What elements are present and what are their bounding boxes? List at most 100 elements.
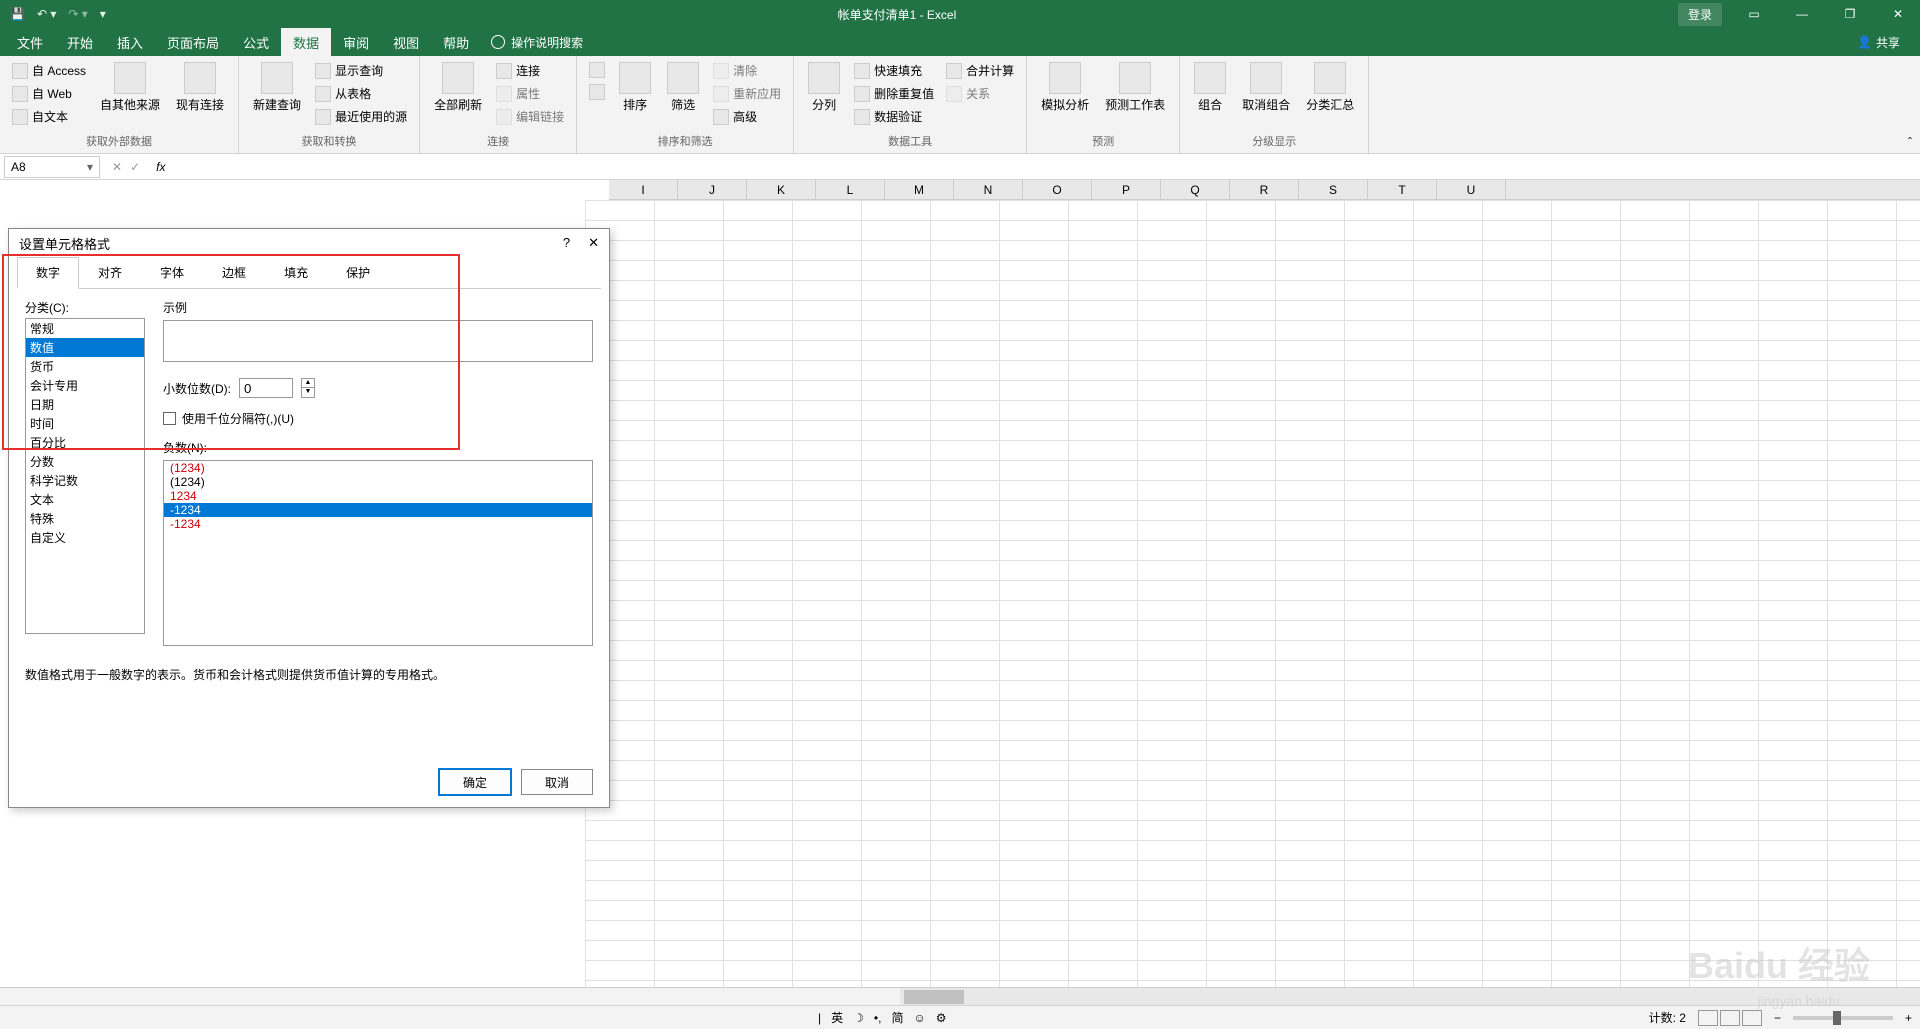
undo-icon[interactable]: ↶ ▾ (37, 7, 56, 21)
from-text-button[interactable]: 自文本 (8, 106, 90, 127)
zoom-slider[interactable] (1793, 1016, 1893, 1020)
thousands-checkbox[interactable] (163, 412, 176, 425)
tab-insert[interactable]: 插入 (105, 28, 155, 57)
reapply-button[interactable]: 重新应用 (709, 83, 785, 104)
category-item[interactable]: 科学记数 (26, 471, 144, 490)
tab-data[interactable]: 数据 (281, 28, 331, 57)
category-item[interactable]: 自定义 (26, 528, 144, 547)
text-to-columns-button[interactable]: 分列 (802, 60, 846, 115)
column-header[interactable]: N (954, 180, 1023, 199)
ribbon-options-icon[interactable]: ▭ (1732, 0, 1776, 28)
column-header[interactable]: S (1299, 180, 1368, 199)
column-header[interactable]: M (885, 180, 954, 199)
fx-icon[interactable]: fx (148, 160, 173, 174)
sort-desc-button[interactable] (585, 82, 609, 102)
category-item[interactable]: 文本 (26, 490, 144, 509)
decimal-spinner[interactable]: ▲▼ (301, 378, 315, 398)
tab-font[interactable]: 字体 (141, 257, 203, 288)
negative-format-item[interactable]: (1234) (164, 475, 592, 489)
share-button[interactable]: 👤 共享 (1842, 34, 1915, 51)
page-layout-view-button[interactable] (1720, 1010, 1740, 1026)
decimal-places-input[interactable] (239, 378, 293, 398)
collapse-ribbon-icon[interactable]: ˆ (1908, 135, 1912, 149)
edit-links-button[interactable]: 编辑链接 (492, 106, 568, 127)
category-item[interactable]: 分数 (26, 452, 144, 471)
minimize-icon[interactable]: — (1780, 0, 1824, 28)
tab-review[interactable]: 审阅 (331, 28, 381, 57)
column-header[interactable]: P (1092, 180, 1161, 199)
tell-me-search[interactable]: 操作说明搜索 (491, 34, 583, 51)
column-header[interactable]: L (816, 180, 885, 199)
from-web-button[interactable]: 自 Web (8, 83, 90, 104)
ime-lang[interactable]: 英 (831, 1009, 843, 1026)
dialog-close-button[interactable]: ✕ (588, 235, 599, 251)
consolidate-button[interactable]: 合并计算 (942, 60, 1018, 81)
close-icon[interactable]: ✕ (1876, 0, 1920, 28)
ungroup-button[interactable]: 取消组合 (1236, 60, 1296, 115)
clear-filter-button[interactable]: 清除 (709, 60, 785, 81)
group-button[interactable]: 组合 (1188, 60, 1232, 115)
category-item[interactable]: 数值 (26, 338, 144, 357)
redo-icon[interactable]: ↷ ▾ (68, 7, 87, 21)
column-header[interactable]: Q (1161, 180, 1230, 199)
forecast-button[interactable]: 预测工作表 (1099, 60, 1171, 115)
category-item[interactable]: 百分比 (26, 433, 144, 452)
tab-fill[interactable]: 填充 (265, 257, 327, 288)
sort-button[interactable]: 排序 (613, 60, 657, 115)
data-validation-button[interactable]: 数据验证 (850, 106, 938, 127)
tab-alignment[interactable]: 对齐 (79, 257, 141, 288)
qat-dropdown-icon[interactable]: ▾ (100, 7, 106, 21)
dialog-help-button[interactable]: ? (563, 235, 570, 251)
negatives-list[interactable]: (1234)(1234)1234-1234-1234 (163, 460, 593, 646)
zoom-in-button[interactable]: + (1905, 1011, 1912, 1025)
show-query-button[interactable]: 显示查询 (311, 60, 411, 81)
spinner-down-icon[interactable]: ▼ (302, 388, 314, 397)
ime-punct-icon[interactable]: •, (874, 1011, 882, 1025)
page-break-view-button[interactable] (1742, 1010, 1762, 1026)
existing-connections-button[interactable]: 现有连接 (170, 60, 230, 115)
refresh-all-button[interactable]: 全部刷新 (428, 60, 488, 115)
ime-gear-icon[interactable]: ⚙ (936, 1011, 947, 1025)
advanced-filter-button[interactable]: 高级 (709, 106, 785, 127)
column-header[interactable]: U (1437, 180, 1506, 199)
negative-format-item[interactable]: -1234 (164, 517, 592, 531)
cancel-formula-icon[interactable]: ✕ (112, 160, 122, 174)
category-item[interactable]: 特殊 (26, 509, 144, 528)
remove-duplicates-button[interactable]: 删除重复值 (850, 83, 938, 104)
new-query-button[interactable]: 新建查询 (247, 60, 307, 115)
zoom-out-button[interactable]: − (1774, 1011, 1781, 1025)
negative-format-item[interactable]: (1234) (164, 461, 592, 475)
column-header[interactable]: T (1368, 180, 1437, 199)
filter-button[interactable]: 筛选 (661, 60, 705, 115)
horizontal-scrollbar[interactable] (0, 987, 1920, 1005)
enter-formula-icon[interactable]: ✓ (130, 160, 140, 174)
dialog-title-bar[interactable]: 设置单元格格式 ? ✕ (9, 229, 609, 257)
ime-emoji-icon[interactable]: ☺ (913, 1011, 925, 1025)
negative-format-item[interactable]: -1234 (164, 503, 592, 517)
negative-format-item[interactable]: 1234 (164, 489, 592, 503)
sort-asc-button[interactable] (585, 60, 609, 80)
column-header[interactable]: I (609, 180, 678, 199)
ime-moon-icon[interactable]: ☽ (853, 1011, 864, 1025)
category-item[interactable]: 会计专用 (26, 376, 144, 395)
ime-simp[interactable]: 简 (891, 1009, 903, 1026)
tab-help[interactable]: 帮助 (431, 28, 481, 57)
relationships-button[interactable]: 关系 (942, 83, 1018, 104)
tab-view[interactable]: 视图 (381, 28, 431, 57)
scroll-thumb[interactable] (904, 990, 964, 1004)
subtotal-button[interactable]: 分类汇总 (1300, 60, 1360, 115)
tab-home[interactable]: 开始 (55, 28, 105, 57)
tab-protection[interactable]: 保护 (327, 257, 389, 288)
tab-border[interactable]: 边框 (203, 257, 265, 288)
column-header[interactable]: O (1023, 180, 1092, 199)
category-item[interactable]: 常规 (26, 319, 144, 338)
tab-formulas[interactable]: 公式 (231, 28, 281, 57)
normal-view-button[interactable] (1698, 1010, 1718, 1026)
cancel-button[interactable]: 取消 (521, 769, 593, 795)
tab-pagelayout[interactable]: 页面布局 (155, 28, 231, 57)
column-header[interactable]: R (1230, 180, 1299, 199)
save-icon[interactable]: 💾 (10, 7, 25, 21)
category-list[interactable]: 常规数值货币会计专用日期时间百分比分数科学记数文本特殊自定义 (25, 318, 145, 634)
column-header[interactable]: K (747, 180, 816, 199)
category-item[interactable]: 时间 (26, 414, 144, 433)
